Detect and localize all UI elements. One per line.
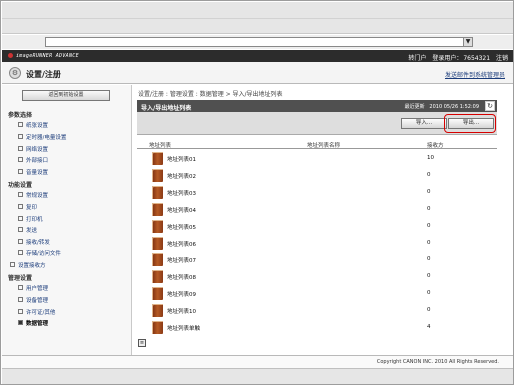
address-list-name[interactable]: 地址列表08 (167, 273, 196, 281)
address-book-icon (152, 236, 163, 250)
table-row[interactable]: 地址列表05 0 (137, 218, 497, 235)
sidebar-item-data-management[interactable]: 数据管理 (18, 319, 48, 327)
recipient-count: 0 (427, 307, 431, 314)
sidebar-item-store-access[interactable]: 存储/访问文件 (18, 249, 61, 257)
column-list-name: 地址列表名称 (307, 143, 341, 149)
table-row[interactable]: 地址列表08 0 (137, 268, 497, 285)
table-row[interactable]: 地址列表04 0 (137, 201, 497, 218)
address-list-name[interactable]: 地址列表09 (167, 290, 196, 298)
table-row[interactable]: 地址列表02 0 (137, 167, 497, 184)
address-list-name[interactable]: 地址列表01 (167, 155, 196, 163)
sidebar-section-management: 管理设置 (8, 275, 33, 282)
address-bar-area: ▼ (2, 35, 513, 49)
sidebar-item-set-destination[interactable]: 设置接收方 (10, 261, 46, 269)
address-input[interactable]: ▼ (45, 37, 473, 47)
logout-link[interactable]: 注销 (496, 55, 508, 62)
table-row[interactable]: 地址列表07 0 (137, 251, 497, 268)
recipient-count: 0 (427, 273, 431, 280)
page-footer: Copyright CANON INC. 2010 All Rights Res… (2, 355, 513, 368)
recipient-count: 0 (427, 239, 431, 246)
address-list-name[interactable]: 地址列表单触 (167, 324, 200, 332)
table-row[interactable]: 地址列表06 0 (137, 235, 497, 252)
recipient-count: 4 (427, 324, 431, 330)
sidebar-item-copy[interactable]: 复印 (18, 203, 37, 211)
address-book-icon (152, 253, 163, 267)
address-list-name[interactable]: 地址列表05 (167, 223, 196, 231)
export-highlight-ring (444, 114, 496, 133)
address-list-name[interactable]: 地址列表06 (167, 240, 196, 248)
app-header: imageRUNNER ADVANCE 转门户 登录用户：7654321 注销 (2, 50, 513, 62)
sidebar-item-send[interactable]: 发送 (18, 226, 37, 234)
address-book-icon (152, 152, 163, 165)
address-book-icon (152, 304, 163, 318)
recipient-count: 0 (427, 188, 431, 195)
page-title: 设置/注册 (26, 70, 61, 79)
list-icon[interactable]: ≡ (138, 339, 146, 347)
copyright-text: Copyright CANON INC. 2010 All Rights Res… (376, 359, 499, 365)
product-logo: imageRUNNER ADVANCE (8, 53, 79, 59)
table-row[interactable]: 地址列表10 0 (137, 302, 497, 319)
address-book-icon (152, 202, 163, 216)
user-id: 7654321 (463, 55, 491, 62)
sidebar: 返回到初始设置 参数选择 纸张设置 定时器/电量设置 网络设置 外部接口 音量设… (2, 85, 132, 355)
last-updated: 最近更新 2010 05/26 1:52:09 (404, 104, 479, 110)
header-user-area: 转门户 登录用户：7654321 注销 (404, 53, 508, 62)
browser-statusbar (2, 368, 513, 384)
sidebar-item-printer[interactable]: 打印机 (18, 215, 43, 223)
address-book-icon (152, 287, 163, 301)
column-recipients: 接收方 (427, 143, 444, 149)
recipient-count: 0 (427, 222, 431, 229)
panel-header: 导入/导出地址列表 最近更新 2010 05/26 1:52:09 ↻ (137, 100, 497, 112)
portal-link[interactable]: 转门户 (408, 55, 426, 62)
address-book-icon (152, 168, 163, 182)
address-book-icon (152, 270, 163, 284)
recipient-count: 0 (427, 171, 431, 178)
sidebar-item-receive-forward[interactable]: 接收/转发 (18, 238, 50, 246)
page-titlebar: ⚙ 设置/注册 发送邮件到系统管理员 (2, 62, 513, 84)
action-toolbar: 导入... 导出... (137, 112, 497, 135)
user-label: 登录用户： (432, 55, 463, 62)
sidebar-item-volume[interactable]: 音量设置 (18, 168, 48, 176)
address-list-name[interactable]: 地址列表04 (167, 206, 196, 214)
recipient-count: 0 (427, 256, 431, 263)
refresh-icon[interactable]: ↻ (485, 101, 495, 111)
table-row[interactable]: 地址列表03 0 (137, 184, 497, 201)
breadcrumb: 设置/注册 : 管理设置 : 数据管理 > 导入/导出地址列表 (138, 91, 283, 98)
address-list-name[interactable]: 地址列表07 (167, 256, 196, 264)
sidebar-item-paper-settings[interactable]: 纸张设置 (18, 121, 48, 129)
recipient-count: 0 (427, 290, 431, 297)
table-row[interactable]: 地址列表09 0 (137, 285, 497, 302)
sidebar-item-timer-energy[interactable]: 定时器/电量设置 (18, 133, 66, 141)
address-list-name[interactable]: 地址列表10 (167, 307, 196, 315)
sidebar-item-network[interactable]: 网络设置 (18, 145, 48, 153)
address-list-name[interactable]: 地址列表02 (167, 172, 196, 180)
browser-window: ▼ imageRUNNER ADVANCE 转门户 登录用户：7654321 注… (0, 0, 514, 385)
recipient-count: 10 (427, 155, 434, 161)
browser-toolbar (2, 2, 513, 34)
back-to-top-button[interactable]: 返回到初始设置 (22, 90, 110, 101)
address-list-name[interactable]: 地址列表03 (167, 189, 196, 197)
address-book-icon (152, 185, 163, 199)
column-address-list: 地址列表 (149, 143, 172, 149)
sidebar-section-preferences: 参数选择 (8, 112, 33, 119)
table-header: 地址列表 地址列表名称 接收方 (137, 140, 497, 149)
sidebar-item-device-management[interactable]: 设备管理 (18, 296, 48, 304)
settings-gear-icon: ⚙ (9, 67, 21, 79)
sidebar-item-common[interactable]: 常规设置 (18, 191, 48, 199)
table-row[interactable]: 地址列表单触 4 (137, 319, 497, 336)
table-row[interactable]: 地址列表01 10 (137, 150, 497, 167)
send-email-admin-link[interactable]: 发送邮件到系统管理员 (445, 70, 505, 79)
address-book-icon (152, 321, 163, 334)
recipient-count: 0 (427, 205, 431, 212)
address-dropdown-icon[interactable]: ▼ (463, 38, 472, 46)
sidebar-section-function-settings: 功能设置 (8, 182, 33, 189)
address-book-icon (152, 219, 163, 233)
panel-title: 导入/导出地址列表 (141, 105, 192, 112)
sidebar-item-user-management[interactable]: 用户管理 (18, 284, 48, 292)
sidebar-item-license-other[interactable]: 许可证/其他 (18, 308, 55, 316)
sidebar-item-external-interface[interactable]: 外部接口 (18, 156, 48, 164)
import-button[interactable]: 导入... (401, 118, 447, 129)
